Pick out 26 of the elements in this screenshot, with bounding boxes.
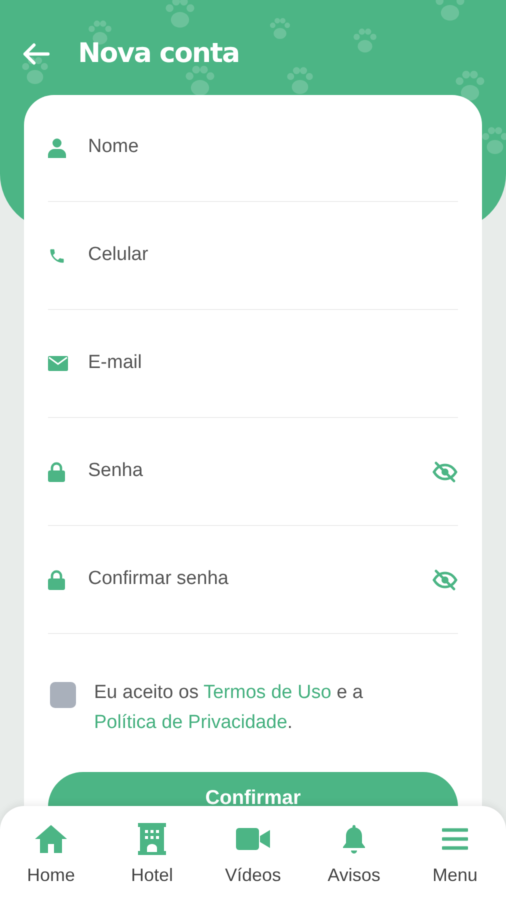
- lock-icon: [48, 462, 65, 482]
- nav-tab[interactable]: Avisos: [325, 822, 383, 900]
- person-icon: [48, 138, 66, 158]
- input-field[interactable]: Senha: [88, 457, 432, 486]
- back-arrow-icon[interactable]: [22, 43, 50, 66]
- nav-tab[interactable]: Vídeos: [224, 822, 282, 900]
- lock-icon: [48, 570, 65, 590]
- envelope-icon: [48, 356, 68, 371]
- home-icon: [34, 824, 68, 854]
- nav-tab[interactable]: Menu: [426, 822, 484, 900]
- page-title: Nova conta: [78, 37, 240, 71]
- hidden-eye-icon[interactable]: [432, 568, 458, 590]
- nav-tab[interactable]: Hotel: [123, 822, 181, 900]
- input-field[interactable]: Nome: [88, 133, 458, 162]
- nav-tab[interactable]: Home: [22, 822, 80, 900]
- menu-icon: [442, 827, 468, 851]
- terms-checkbox[interactable]: [50, 682, 76, 708]
- input-field[interactable]: E-mail: [88, 349, 458, 378]
- input-field[interactable]: Celular: [88, 241, 458, 270]
- bell-icon: [342, 824, 366, 854]
- building-icon: [138, 823, 166, 855]
- hidden-eye-icon[interactable]: [432, 460, 458, 482]
- video-camera-icon: [236, 827, 270, 851]
- phone-icon: [48, 246, 66, 264]
- input-field[interactable]: Confirmar senha: [88, 565, 432, 594]
- terms-text: Eu aceito os Termos de Uso e a Política de Privacidade.: [94, 681, 364, 735]
